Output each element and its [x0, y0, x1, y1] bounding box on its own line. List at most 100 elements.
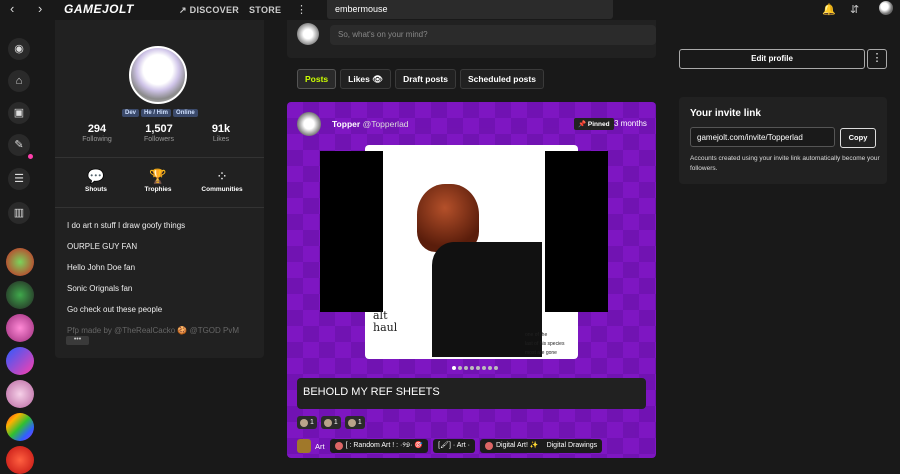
channel-icon: [485, 442, 493, 450]
pagination-dot[interactable]: [470, 366, 474, 370]
community-avatar[interactable]: [6, 347, 34, 375]
channel-chip[interactable]: [ : Random Art ! : ·୨୭· 🎯: [329, 439, 429, 453]
post-author-name: Topper: [332, 119, 361, 129]
following-stat[interactable]: 294 Following: [67, 123, 127, 143]
user-avatar[interactable]: [879, 1, 893, 15]
likes-label: Likes: [212, 136, 230, 143]
tab-likes[interactable]: Likes 👁: [340, 69, 392, 89]
channel-name: Digital Drawings: [546, 442, 598, 449]
profile-bio: I do art n stuff I draw goofy things OUR…: [67, 221, 257, 347]
community-avatar[interactable]: [6, 314, 34, 342]
invite-title: Your invite link: [690, 108, 761, 119]
post-timestamp[interactable]: 3 months: [614, 119, 647, 128]
reaction-button[interactable]: 1: [344, 416, 365, 429]
reaction-emoji-icon: [300, 418, 308, 427]
quests-icon[interactable]: ✎: [8, 134, 30, 156]
channel-chip[interactable]: Digital Art! ✨ Digital Drawings: [480, 439, 603, 453]
copy-button[interactable]: Copy: [840, 128, 876, 148]
left-rail: ◉ ⌂ ▣ ✎ ☰ ▥: [0, 20, 40, 474]
community-avatar[interactable]: [6, 413, 34, 441]
top-bar: ‹ › GAMEJOLT ↗ DISCOVER STORE ⋮ embermou…: [0, 0, 900, 20]
invite-card: Your invite link gamejolt.com/invite/Top…: [679, 97, 887, 184]
channel-name: Digital Art! ✨: [496, 442, 539, 449]
divider: [55, 207, 264, 208]
speech-bubble-icon: 💬: [87, 168, 105, 184]
community-avatar[interactable]: [6, 380, 34, 408]
pagination-dot[interactable]: [494, 366, 498, 370]
chevron-left-icon[interactable]: ‹: [10, 2, 14, 16]
post-author[interactable]: Topper @Topperlad: [332, 119, 409, 129]
pin-icon: 📌: [578, 121, 587, 128]
trophies-button[interactable]: 🏆 Trophies: [128, 168, 188, 193]
edit-profile-button[interactable]: Edit profile: [679, 49, 865, 69]
pagination-dot[interactable]: [452, 366, 456, 370]
profile-tags: Dev He / Him Online: [122, 109, 198, 117]
shouts-button[interactable]: 💬 Shouts: [66, 168, 126, 193]
pronouns-tag: He / Him: [141, 109, 172, 117]
tab-draft-posts[interactable]: Draft posts: [395, 69, 456, 89]
community-icon: [297, 439, 311, 453]
home-icon[interactable]: ◉: [8, 38, 30, 60]
bell-icon[interactable]: 🔔: [822, 3, 836, 16]
community-avatar[interactable]: [6, 446, 34, 474]
tab-posts[interactable]: Posts: [297, 69, 337, 89]
channel-name: [🖌] · Art ·: [438, 442, 470, 449]
reaction-button[interactable]: 1: [297, 416, 317, 429]
reaction-emoji-icon: [347, 418, 356, 427]
communities-button[interactable]: ⁘ Communities: [192, 168, 252, 193]
bio-line: Go check out these people: [67, 305, 163, 314]
communities-icon: ⁘: [216, 168, 228, 184]
composer-input[interactable]: So, what's on your mind?: [330, 25, 656, 45]
activity-icon[interactable]: ⇵: [850, 3, 859, 16]
divider: [55, 157, 264, 158]
backpack-icon[interactable]: ▣: [8, 102, 30, 124]
chat-icon[interactable]: ☰: [8, 168, 30, 190]
chevron-right-icon[interactable]: ›: [38, 2, 42, 16]
pagination-dot[interactable]: [482, 366, 486, 370]
bio-more-button[interactable]: •••: [66, 336, 89, 345]
more-vertical-icon[interactable]: ⋮: [296, 3, 307, 16]
library-icon[interactable]: ▥: [8, 202, 30, 224]
reaction-emoji-icon: [323, 418, 332, 427]
pinned-badge: 📌 Pinned: [574, 118, 614, 130]
likes-stat[interactable]: 91k Likes: [191, 123, 251, 143]
bio-line: I do art n stuff I draw goofy things: [67, 221, 186, 230]
discover-link[interactable]: ↗ DISCOVER: [179, 5, 239, 16]
media-handwritten-text: alt haul: [373, 310, 397, 334]
bio-line: Sonic Orignals fan: [67, 284, 133, 293]
reaction-button[interactable]: 1: [320, 416, 341, 429]
pagination-dot[interactable]: [488, 366, 492, 370]
store-link[interactable]: STORE: [249, 5, 281, 15]
pinned-label: Pinned: [587, 121, 610, 128]
bio-line: Hello John Doe fan: [67, 263, 136, 272]
shop-icon[interactable]: ⌂: [8, 70, 30, 92]
search-input[interactable]: embermouse: [327, 0, 613, 19]
more-options-button[interactable]: ⋮: [867, 49, 887, 69]
pagination-dot[interactable]: [464, 366, 468, 370]
followers-label: Followers: [144, 136, 174, 143]
notification-dot: [28, 154, 33, 159]
pagination-dot[interactable]: [476, 366, 480, 370]
profile-card: Dev He / Him Online 294 Following 1,507 …: [55, 20, 264, 358]
post-card[interactable]: Topper @Topperlad 📌 Pinned 3 months alt …: [287, 102, 656, 458]
reaction-count: 1: [357, 419, 362, 426]
post-text: BEHOLD MY REF SHEETS: [297, 378, 646, 409]
invite-url-field[interactable]: gamejolt.com/invite/Topperlad: [690, 127, 835, 147]
followers-stat[interactable]: 1,507 Followers: [129, 123, 189, 143]
community-avatar[interactable]: [6, 281, 34, 309]
channel-chip[interactable]: [🖌] · Art ·: [433, 439, 475, 453]
trophies-label: Trophies: [144, 186, 172, 193]
tab-scheduled-posts[interactable]: Scheduled posts: [459, 69, 544, 89]
following-label: Following: [82, 136, 112, 143]
online-tag: Online: [173, 109, 198, 117]
community-link[interactable]: Art: [297, 439, 325, 453]
reaction-count: 1: [310, 419, 314, 426]
dev-tag: Dev: [122, 109, 140, 117]
bio-line: OURPLE GUY FAN: [67, 242, 138, 251]
pagination-dot[interactable]: [458, 366, 462, 370]
community-avatar[interactable]: [6, 248, 34, 276]
gamejolt-logo[interactable]: GAMEJOLT: [64, 2, 134, 16]
likes-count: 91k: [211, 123, 231, 135]
media-pagination: [452, 366, 498, 370]
post-author-avatar[interactable]: [297, 112, 321, 136]
